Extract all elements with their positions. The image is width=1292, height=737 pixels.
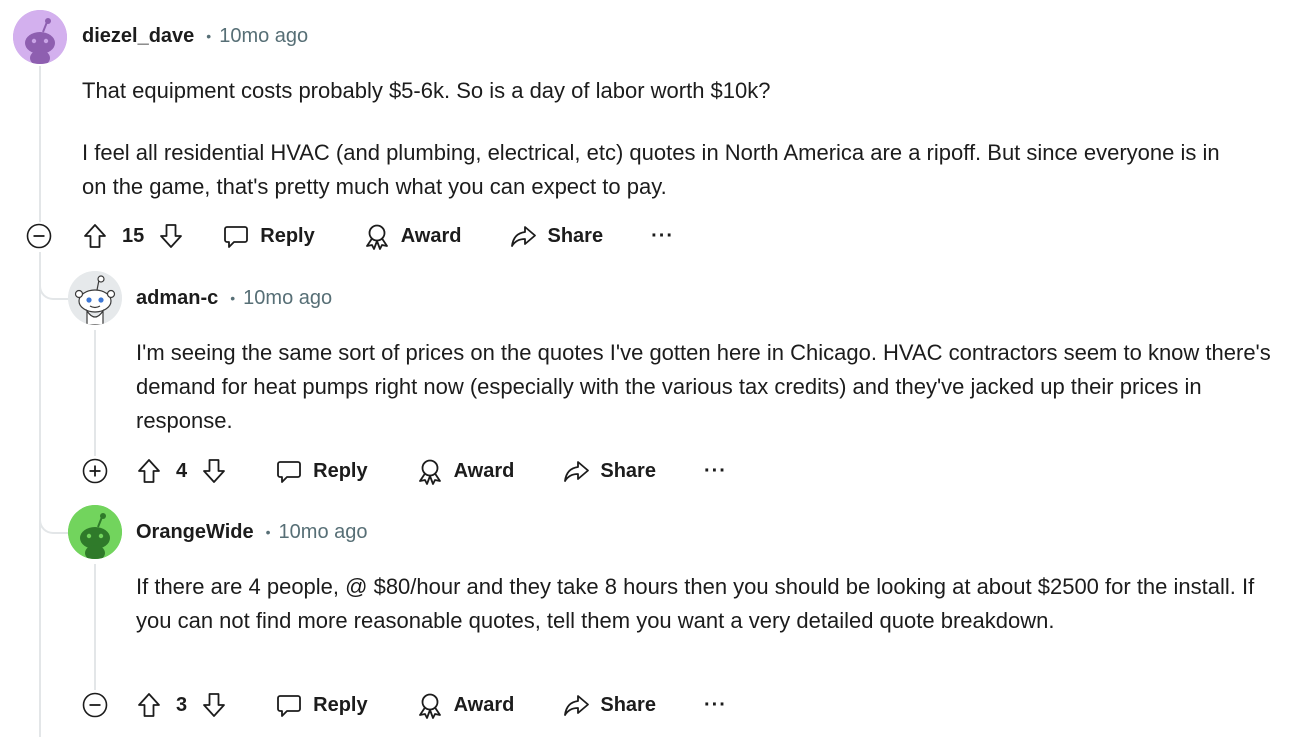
award-label: Award bbox=[453, 693, 515, 716]
upvote-icon[interactable] bbox=[136, 457, 162, 485]
downvote-icon[interactable] bbox=[158, 222, 184, 250]
minus-circle-icon[interactable] bbox=[26, 223, 52, 249]
separator-dot: • bbox=[265, 524, 271, 540]
share-arrow-icon bbox=[511, 226, 537, 247]
vote-count: 4 bbox=[176, 459, 188, 482]
comment-body: I'm seeing the same sort of prices on th… bbox=[136, 336, 1276, 438]
reply-button[interactable]: Reply bbox=[275, 457, 368, 485]
timestamp[interactable]: 10mo ago bbox=[279, 521, 368, 544]
snoo-avatar-icon bbox=[68, 271, 122, 325]
separator-dot: • bbox=[230, 290, 236, 306]
thread-line-reply-2 bbox=[94, 564, 96, 690]
award-button[interactable]: Award bbox=[416, 691, 515, 719]
share-arrow-icon bbox=[564, 695, 590, 716]
upvote-icon[interactable] bbox=[136, 691, 162, 719]
downvote-icon[interactable] bbox=[201, 691, 227, 719]
award-label: Award bbox=[400, 224, 462, 247]
thread-branch-1 bbox=[39, 252, 69, 300]
more-options-button[interactable]: ··· bbox=[651, 225, 674, 248]
comment-meta: diezel_dave • 10mo ago bbox=[82, 21, 308, 51]
plus-circle-icon[interactable] bbox=[82, 458, 108, 484]
comment-paragraph: If there are 4 people, @ $80/hour and th… bbox=[136, 574, 1255, 633]
vote-count: 3 bbox=[176, 693, 188, 716]
comment-bubble-icon bbox=[277, 461, 302, 483]
award-label: Award bbox=[453, 459, 515, 482]
avatar[interactable] bbox=[68, 271, 122, 325]
reply-label: Reply bbox=[260, 224, 315, 247]
snoo-avatar-icon bbox=[13, 10, 67, 64]
comment-paragraph: That equipment costs probably $5-6k. So … bbox=[82, 78, 771, 103]
author-name[interactable]: OrangeWide bbox=[136, 521, 254, 544]
award-button[interactable]: Award bbox=[363, 222, 462, 250]
more-options-button[interactable]: ··· bbox=[704, 694, 727, 717]
share-label: Share bbox=[600, 693, 656, 716]
comment-actions: 4 Reply Award Share ··· bbox=[136, 451, 727, 491]
avatar[interactable] bbox=[68, 505, 122, 559]
share-label: Share bbox=[547, 224, 604, 247]
thread-line-reply-1 bbox=[94, 330, 96, 456]
comment-body: That equipment costs probably $5-6k. So … bbox=[82, 74, 1232, 204]
award-ribbon-icon bbox=[418, 459, 441, 485]
comment-bubble-icon bbox=[277, 695, 302, 717]
minus-circle-icon[interactable] bbox=[82, 692, 108, 718]
comment-bubble-icon bbox=[224, 226, 249, 248]
vote-group: 15 bbox=[82, 222, 184, 250]
reply-label: Reply bbox=[313, 459, 368, 482]
avatar[interactable] bbox=[13, 10, 67, 64]
award-button[interactable]: Award bbox=[416, 457, 515, 485]
separator-dot: • bbox=[206, 28, 212, 44]
more-options-button[interactable]: ··· bbox=[704, 460, 727, 483]
reply-button[interactable]: Reply bbox=[275, 691, 368, 719]
reply-button[interactable]: Reply bbox=[222, 222, 315, 250]
author-name[interactable]: diezel_dave bbox=[82, 25, 194, 48]
share-button[interactable]: Share bbox=[509, 222, 603, 250]
vote-group: 3 bbox=[136, 691, 227, 719]
thread-line-main bbox=[39, 66, 41, 222]
comment-meta: adman-c • 10mo ago bbox=[136, 283, 332, 313]
thread-branch-2 bbox=[39, 480, 69, 534]
upvote-icon[interactable] bbox=[82, 222, 108, 250]
share-label: Share bbox=[600, 459, 656, 482]
share-button[interactable]: Share bbox=[562, 691, 656, 719]
downvote-icon[interactable] bbox=[201, 457, 227, 485]
timestamp[interactable]: 10mo ago bbox=[243, 287, 332, 310]
comment-body: If there are 4 people, @ $80/hour and th… bbox=[136, 570, 1276, 638]
snoo-avatar-icon bbox=[68, 505, 122, 559]
reply-label: Reply bbox=[313, 693, 368, 716]
comment-actions: 3 Reply Award Share ··· bbox=[136, 685, 727, 725]
share-arrow-icon bbox=[564, 461, 590, 482]
author-name[interactable]: adman-c bbox=[136, 287, 218, 310]
comment-actions: 15 Reply Award Share ··· bbox=[82, 216, 674, 256]
comment-meta: OrangeWide • 10mo ago bbox=[136, 517, 368, 547]
vote-group: 4 bbox=[136, 457, 227, 485]
vote-count: 15 bbox=[122, 224, 145, 247]
timestamp[interactable]: 10mo ago bbox=[219, 25, 308, 48]
comment-paragraph: I'm seeing the same sort of prices on th… bbox=[136, 340, 1271, 433]
comment-paragraph: I feel all residential HVAC (and plumbin… bbox=[82, 140, 1220, 199]
award-ribbon-icon bbox=[418, 693, 441, 719]
share-button[interactable]: Share bbox=[562, 457, 656, 485]
award-ribbon-icon bbox=[365, 224, 388, 250]
